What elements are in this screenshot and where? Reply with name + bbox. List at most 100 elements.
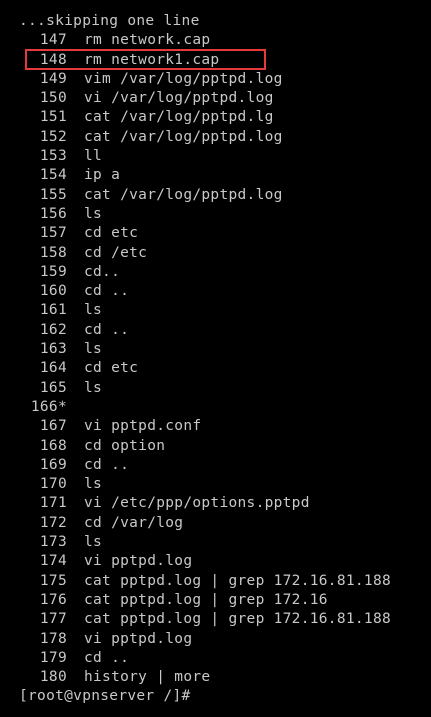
history-entry-command: history | more — [84, 669, 211, 686]
history-entry-command: vi pptpd.conf — [84, 418, 202, 435]
history-entry-command: cat /var/log/pptpd.log — [84, 186, 283, 203]
shell-prompt-line[interactable]: [root@vpnserver /]# — [19, 687, 431, 706]
history-entry: 166* — [19, 398, 431, 417]
history-entry: 156 ls — [19, 205, 431, 224]
history-entry: 154 ip a — [19, 166, 431, 185]
history-entry-number: 179 — [39, 649, 67, 666]
history-entry-number: 157 — [39, 225, 67, 242]
history-entry: 168 cd option — [19, 437, 431, 456]
history-entry: 149 vim /var/log/pptpd.log — [19, 70, 431, 89]
history-entry: 170 ls — [19, 475, 431, 494]
history-entry-number: 155 — [39, 186, 67, 203]
history-entry-command: ip a — [84, 167, 121, 184]
history-entry-command: cd .. — [84, 283, 130, 300]
history-entry: 153 ll — [19, 147, 431, 166]
history-entry-command: cd etc — [84, 360, 139, 377]
history-entry-command: cat pptpd.log | grep 172.16.81.188 — [84, 572, 392, 589]
history-entry-number: 168 — [39, 437, 67, 454]
history-entry-command: cd .. — [84, 649, 130, 666]
history-entry-number: 166* — [30, 398, 67, 415]
history-entry: 167 vi pptpd.conf — [19, 417, 431, 436]
history-entry: 155 cat /var/log/pptpd.log — [19, 186, 431, 205]
history-entry-command: ls — [84, 476, 103, 493]
history-entry-command: rm network.cap — [84, 32, 211, 49]
history-entry-command: cd option — [84, 437, 166, 454]
history-entry: 148 rm network1.cap — [19, 48, 431, 70]
history-entry: 178 vi pptpd.log — [19, 630, 431, 649]
history-entry: 174 vi pptpd.log — [19, 552, 431, 571]
history-entry-number: 152 — [39, 128, 67, 145]
history-entry-command: ls — [84, 205, 103, 222]
cursor — [191, 698, 199, 700]
history-entry-number: 176 — [39, 591, 67, 608]
history-entry-number: 180 — [39, 669, 67, 686]
history-entry-command: vim /var/log/pptpd.log — [84, 70, 283, 87]
history-entry-number: 160 — [39, 283, 67, 300]
history-entry-command: cat /var/log/pptpd.lg — [84, 109, 274, 126]
history-entry: 160 cd .. — [19, 282, 431, 301]
history-entry-command: cat pptpd.log | grep 172.16.81.188 — [84, 611, 392, 628]
history-entry-number: 159 — [39, 263, 67, 280]
history-entry: 161 ls — [19, 301, 431, 320]
history-entry: 150 vi /var/log/pptpd.log — [19, 89, 431, 108]
history-entry: 157 cd etc — [19, 224, 431, 243]
history-entry-number: 165 — [39, 379, 67, 396]
history-entry: 158 cd /etc — [19, 244, 431, 263]
history-entry-command: ls — [84, 341, 103, 358]
history-entry-number: 164 — [39, 360, 67, 377]
history-entry: 159 cd.. — [19, 263, 431, 282]
history-entry-command: cat /var/log/pptpd.log — [84, 128, 283, 145]
history-entry-command: vi pptpd.log — [84, 553, 193, 570]
history-entry: 164 cd etc — [19, 359, 431, 378]
history-entry-number: 154 — [39, 167, 67, 184]
history-entry: 172 cd /var/log — [19, 514, 431, 533]
history-entry-command: cd /var/log — [84, 514, 184, 531]
history-entry: 165 ls — [19, 379, 431, 398]
history-entry-number: 150 — [39, 90, 67, 107]
history-entry-number: 153 — [39, 148, 67, 165]
history-entry-number: 147 — [39, 32, 67, 49]
history-entry: 173 ls — [19, 533, 431, 552]
history-entry-number: 178 — [39, 630, 67, 647]
history-entry: 171 vi /etc/ppp/options.pptpd — [19, 494, 431, 513]
history-entry-command: cd /etc — [84, 244, 148, 261]
history-entry-number: 151 — [39, 109, 67, 126]
history-entry: 163 ls — [19, 340, 431, 359]
history-entry-number: 148 — [39, 51, 67, 68]
pager-skip-message: ...skipping one line — [19, 13, 200, 29]
history-entry-number: 175 — [39, 572, 67, 589]
history-entry-command: ls — [84, 534, 103, 551]
history-entry-number: 167 — [39, 418, 67, 435]
history-entry-command: ls — [84, 379, 103, 396]
history-entry: 169 cd .. — [19, 456, 431, 475]
history-entry-number: 161 — [39, 302, 67, 319]
history-entry-number: 156 — [39, 205, 67, 222]
history-entry-command: ll — [84, 148, 103, 165]
history-entry-command: cd .. — [84, 456, 130, 473]
history-entry-number: 172 — [39, 514, 67, 531]
history-entry-number: 158 — [39, 244, 67, 261]
terminal-window[interactable]: ...skipping one line 147 rm network.cap 14… — [0, 0, 431, 717]
history-entry: 179 cd .. — [19, 649, 431, 668]
history-entry: 151 cat /var/log/pptpd.lg — [19, 108, 431, 127]
history-entry-number: 177 — [39, 611, 67, 628]
history-entry-number: 163 — [39, 341, 67, 358]
history-entry-number: 171 — [39, 495, 67, 512]
history-entry: 162 cd .. — [19, 321, 431, 340]
history-entry-command: cd .. — [84, 321, 130, 338]
history-entry-command: vi /var/log/pptpd.log — [84, 90, 274, 107]
history-entry-command: ls — [84, 302, 103, 319]
history-entry: 177 cat pptpd.log | grep 172.16.81.188 — [19, 610, 431, 629]
history-entry-command: vi /etc/ppp/options.pptpd — [84, 495, 310, 512]
history-entry: 152 cat /var/log/pptpd.log — [19, 128, 431, 147]
history-entry-number: 173 — [39, 534, 67, 551]
history-entry: 180 history | more — [19, 668, 431, 687]
history-entry: 147 rm network.cap — [19, 31, 431, 50]
history-entry: 176 cat pptpd.log | grep 172.16 — [19, 591, 431, 610]
history-entry-command: cat pptpd.log | grep 172.16 — [84, 591, 328, 608]
history-entry-command: cd etc — [84, 225, 139, 242]
history-entry-number: 162 — [39, 321, 67, 338]
history-entry-number: 149 — [39, 70, 67, 87]
history-entry-command: vi pptpd.log — [84, 630, 193, 647]
history-entry-command: rm network1.cap — [84, 51, 220, 68]
